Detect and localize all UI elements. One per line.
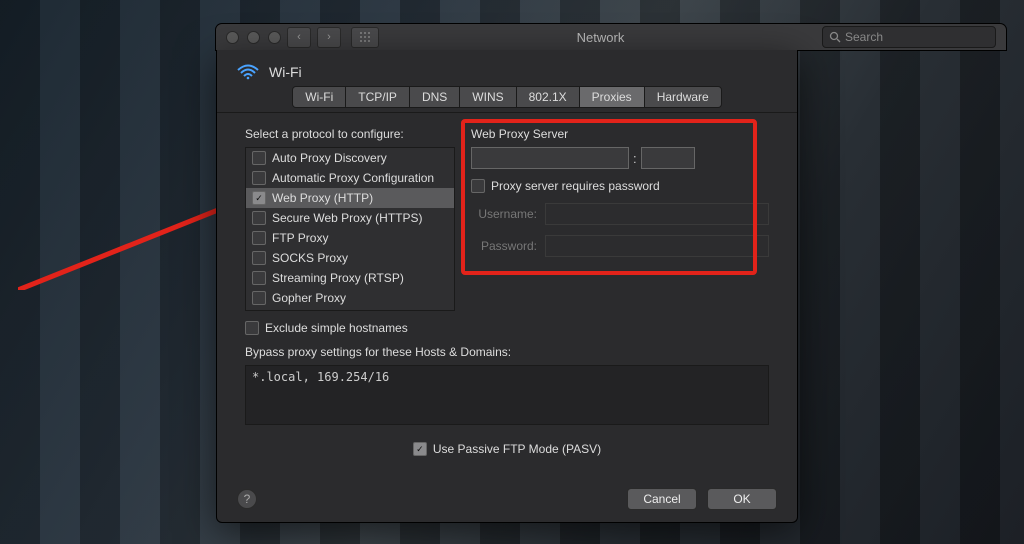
protocol-checkbox[interactable] (252, 271, 266, 285)
protocol-checkbox[interactable] (252, 251, 266, 265)
protocol-item[interactable]: Streaming Proxy (RTSP) (246, 268, 454, 288)
traffic-lights[interactable] (226, 31, 281, 44)
username-label: Username: (471, 207, 537, 221)
protocol-list[interactable]: Auto Proxy Discovery Automatic Proxy Conf… (245, 147, 455, 311)
protocol-label: Auto Proxy Discovery (272, 151, 387, 165)
preferences-window: Wi-Fi Wi-FiTCP/IPDNSWINS802.1XProxiesHar… (216, 50, 798, 523)
protocol-item[interactable]: Automatic Proxy Configuration (246, 168, 454, 188)
protocol-label: Secure Web Proxy (HTTPS) (272, 211, 422, 225)
bypass-textarea[interactable] (245, 365, 769, 425)
protocol-item[interactable]: Gopher Proxy (246, 288, 454, 308)
exclude-hostnames-label: Exclude simple hostnames (265, 321, 408, 335)
protocol-item[interactable]: ✓ Web Proxy (HTTP) (246, 188, 454, 208)
password-input (545, 235, 769, 257)
protocol-checkbox[interactable] (252, 171, 266, 185)
tab-wifi[interactable]: Wi-Fi (293, 87, 346, 107)
tab-tcpip[interactable]: TCP/IP (346, 87, 410, 107)
protocol-checkbox[interactable] (252, 291, 266, 305)
protocol-item[interactable]: Secure Web Proxy (HTTPS) (246, 208, 454, 228)
pasv-label: Use Passive FTP Mode (PASV) (433, 442, 601, 456)
tab-dns[interactable]: DNS (410, 87, 460, 107)
requires-password-checkbox[interactable] (471, 179, 485, 193)
protocol-label: SOCKS Proxy (272, 251, 348, 265)
pasv-checkbox[interactable]: ✓ (413, 442, 427, 456)
minimize-dot[interactable] (247, 31, 260, 44)
protocol-label: Automatic Proxy Configuration (272, 171, 434, 185)
tab-hardware[interactable]: Hardware (645, 87, 721, 107)
cancel-button[interactable]: Cancel (627, 488, 697, 510)
search-placeholder: Search (845, 30, 883, 44)
host-port-separator: : (633, 151, 637, 166)
exclude-hostnames-checkbox[interactable] (245, 321, 259, 335)
ok-button[interactable]: OK (707, 488, 777, 510)
interface-title: Wi-Fi (269, 64, 302, 80)
window-title: Network (385, 30, 816, 45)
help-button[interactable]: ? (237, 489, 257, 509)
protocol-label: Gopher Proxy (272, 291, 346, 305)
bypass-label: Bypass proxy settings for these Hosts & … (245, 345, 769, 359)
proxy-port-input[interactable] (641, 147, 695, 169)
tab-8021x[interactable]: 802.1X (517, 87, 580, 107)
protocol-checkbox[interactable]: ✓ (252, 191, 266, 205)
protocol-label: Select a protocol to configure: (245, 127, 455, 141)
proxy-host-input[interactable] (471, 147, 629, 169)
protocol-item[interactable]: SOCKS Proxy (246, 248, 454, 268)
window-toolbar: ‹ › Network Search (216, 24, 1006, 50)
proxy-server-heading: Web Proxy Server (471, 127, 769, 141)
protocol-item[interactable]: Auto Proxy Discovery (246, 148, 454, 168)
protocol-checkbox[interactable] (252, 151, 266, 165)
grid-icon (359, 31, 371, 43)
back-button[interactable]: ‹ (287, 27, 311, 48)
protocol-checkbox[interactable] (252, 211, 266, 225)
zoom-dot[interactable] (268, 31, 281, 44)
protocol-label: Streaming Proxy (RTSP) (272, 271, 404, 285)
protocol-label: FTP Proxy (272, 231, 328, 245)
username-input (545, 203, 769, 225)
protocol-label: Web Proxy (HTTP) (272, 191, 373, 205)
tab-bar: Wi-FiTCP/IPDNSWINS802.1XProxiesHardware (292, 86, 721, 108)
search-field[interactable]: Search (822, 26, 996, 48)
close-dot[interactable] (226, 31, 239, 44)
tab-proxies[interactable]: Proxies (580, 87, 645, 107)
protocol-item[interactable]: FTP Proxy (246, 228, 454, 248)
tab-wins[interactable]: WINS (460, 87, 516, 107)
password-label: Password: (471, 239, 537, 253)
search-icon (829, 31, 841, 43)
requires-password-label: Proxy server requires password (491, 179, 660, 193)
apps-grid-button[interactable] (351, 27, 379, 48)
forward-button[interactable]: › (317, 27, 341, 48)
protocol-checkbox[interactable] (252, 231, 266, 245)
wifi-icon (237, 64, 259, 80)
